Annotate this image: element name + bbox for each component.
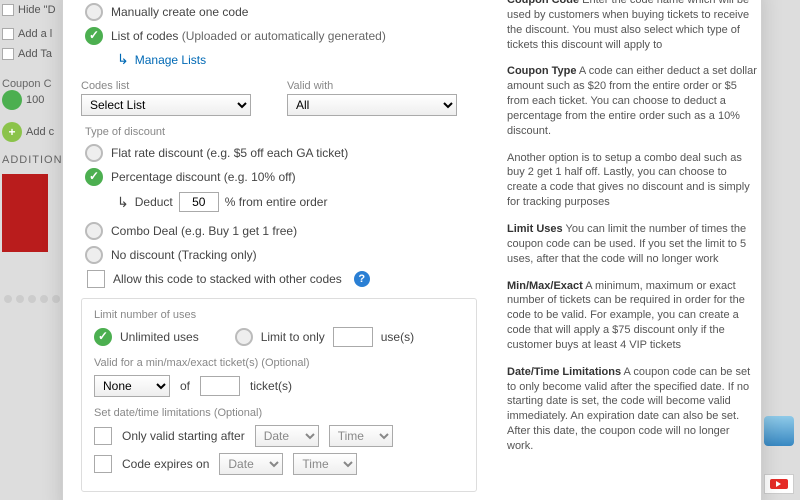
help-heading: Limit Uses (507, 223, 563, 235)
radio-percentage[interactable]: Percentage discount (e.g. 10% off) (81, 168, 491, 186)
limit-uses-input[interactable] (333, 327, 373, 347)
radio-icon (85, 27, 103, 45)
bg-checkbox (2, 4, 14, 16)
deduct-label: Deduct (135, 195, 173, 209)
start-time-select[interactable]: Time (329, 425, 393, 447)
indent-arrow-icon: ↳ (117, 51, 129, 68)
uses-suffix: use(s) (381, 330, 414, 344)
stack-label: Allow this code to stacked with other co… (113, 272, 342, 286)
radio-label: Percentage discount (e.g. 10% off) (111, 170, 296, 184)
bg-label: Add Ta (18, 48, 52, 60)
bg-label: Hide "D (18, 4, 56, 16)
radio-combo-deal[interactable]: Combo Deal (e.g. Buy 1 get 1 free) (81, 222, 491, 240)
radio-flat-rate[interactable]: Flat rate discount (e.g. $5 off each GA … (81, 144, 491, 162)
radio-label: No discount (Tracking only) (111, 248, 257, 262)
bg-label: 100 (26, 94, 44, 106)
help-text: A coupon code can be set to only become … (507, 366, 750, 452)
bg-checkbox (2, 28, 14, 40)
coupon-editor-panel: Manually create one code List of codes (… (62, 0, 762, 500)
help-heading: Min/Max/Exact (507, 280, 583, 292)
radio-manual-code[interactable]: Manually create one code (81, 3, 491, 21)
background-right (758, 0, 800, 500)
limit-uses-box: Limit number of uses Unlimited uses Limi… (81, 298, 477, 492)
bg-label: Add a l (18, 28, 52, 40)
bg-app-icon (764, 416, 794, 446)
bg-checkbox (2, 48, 14, 60)
expire-date-select[interactable]: Date (219, 453, 283, 475)
valid-with-label: Valid with (287, 80, 457, 92)
bg-thumbnail (2, 174, 48, 252)
expire-time-select[interactable]: Time (293, 453, 357, 475)
valid-with-select[interactable]: All (287, 94, 457, 116)
help-heading: Coupon Code (507, 0, 579, 6)
start-date-checkbox[interactable] (94, 427, 112, 445)
radio-icon (85, 222, 103, 240)
discount-type-title: Type of discount (85, 126, 491, 138)
radio-unlimited-uses[interactable]: Unlimited uses (94, 328, 199, 346)
tickets-label: ticket(s) (250, 379, 292, 393)
limit-uses-title: Limit number of uses (94, 309, 464, 321)
start-date-select[interactable]: Date (255, 425, 319, 447)
radio-icon (85, 3, 103, 21)
codes-list-label: Codes list (81, 80, 251, 92)
help-text: Another option is to setup a combo deal … (507, 152, 750, 209)
radio-icon (94, 328, 112, 346)
background-left: Hide "D Add a l Add Ta Coupon C 100 + Add… (0, 0, 60, 500)
radio-icon (85, 168, 103, 186)
radio-list-of-codes[interactable]: List of codes (Uploaded or automatically… (81, 27, 491, 45)
help-heading: Date/Time Limitations (507, 366, 621, 378)
help-sidebar: Coupon Code Enter the code name which wi… (507, 0, 757, 466)
minmax-qty-input[interactable] (200, 376, 240, 396)
deduct-suffix: % from entire order (225, 195, 328, 209)
manage-lists-link[interactable]: Manage Lists (135, 53, 206, 67)
radio-label: Flat rate discount (e.g. $5 off each GA … (111, 146, 348, 160)
radio-label: Manually create one code (111, 5, 248, 19)
radio-label: Unlimited uses (120, 330, 199, 344)
deduct-percent-input[interactable] (179, 192, 219, 212)
radio-icon (85, 144, 103, 162)
youtube-icon (764, 474, 794, 494)
of-label: of (180, 379, 190, 393)
bg-label: Add c (26, 126, 54, 138)
indent-arrow-icon: ↳ (117, 194, 129, 211)
datetime-title: Set date/time limitations (Optional) (94, 407, 464, 419)
radio-label: Combo Deal (e.g. Buy 1 get 1 free) (111, 224, 297, 238)
minmax-mode-select[interactable]: None (94, 375, 170, 397)
radio-icon (85, 246, 103, 264)
help-icon[interactable]: ? (354, 271, 370, 287)
minmax-title: Valid for a min/max/exact ticket(s) (Opt… (94, 357, 464, 369)
help-heading: Coupon Type (507, 65, 576, 77)
radio-no-discount[interactable]: No discount (Tracking only) (81, 246, 491, 264)
bg-label: Coupon C (2, 78, 58, 90)
stack-checkbox[interactable] (87, 270, 105, 288)
expire-label: Code expires on (122, 457, 209, 471)
radio-limit-uses[interactable]: Limit to only use(s) (235, 327, 414, 347)
bg-badge (2, 90, 22, 110)
radio-label: Limit to only (261, 330, 325, 344)
expire-checkbox[interactable] (94, 455, 112, 473)
help-text: Enter the code name which will be used b… (507, 0, 749, 51)
radio-icon (235, 328, 253, 346)
codes-list-select[interactable]: Select List (81, 94, 251, 116)
bg-section: ADDITION (2, 154, 58, 166)
start-date-label: Only valid starting after (122, 429, 245, 443)
radio-label: List of codes (Uploaded or automatically… (111, 29, 386, 43)
bg-add-icon: + (2, 122, 22, 142)
